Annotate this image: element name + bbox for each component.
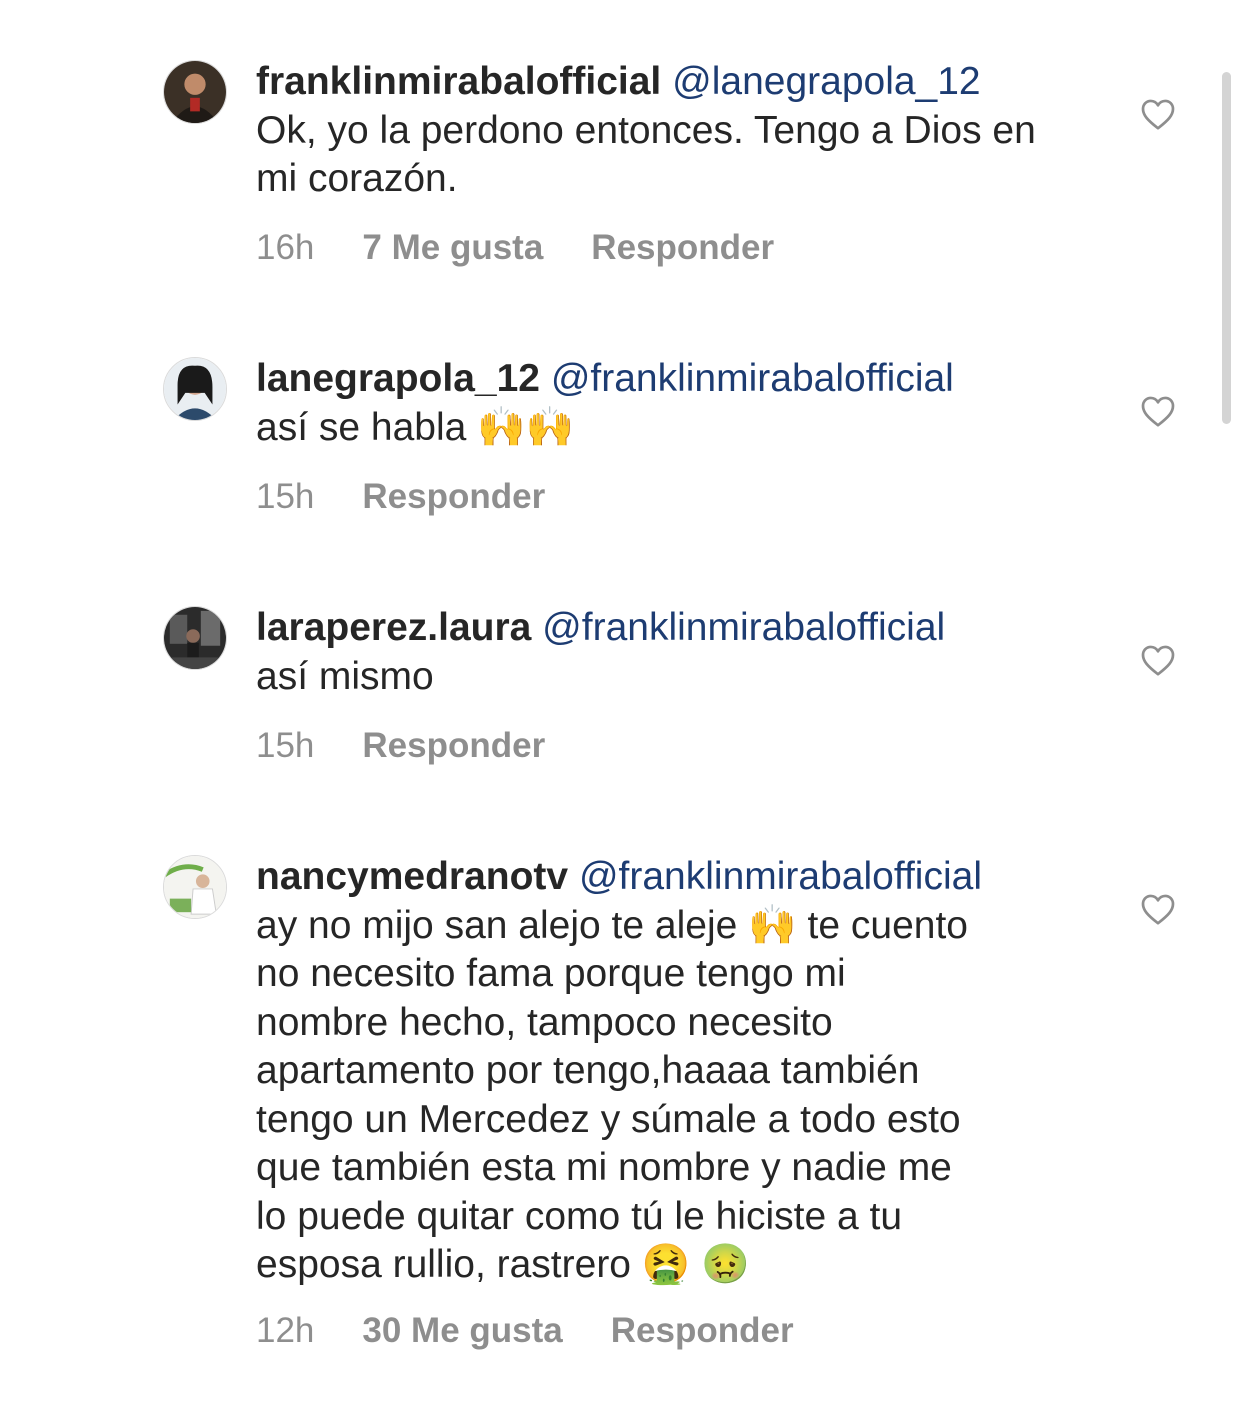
comment-text: Ok, yo la perdono entonces. Tengo a Dios… — [256, 108, 1036, 201]
comment-body: laraperez.laura @franklinmirabalofficial… — [256, 604, 1076, 701]
comment-text: así mismo — [256, 654, 434, 698]
reply-button[interactable]: Responder — [362, 477, 545, 517]
comment-time: 12h — [256, 1311, 315, 1350]
avatar[interactable] — [163, 855, 227, 919]
reply-button[interactable]: Responder — [611, 1311, 794, 1351]
avatar[interactable] — [163, 606, 227, 670]
heart-outline-icon[interactable] — [1140, 97, 1176, 131]
comment-time: 15h — [256, 477, 315, 516]
comment-time: 15h — [256, 726, 315, 765]
comment-username[interactable]: nancymedranotv — [256, 855, 568, 898]
comment-meta: 16h 7 Me gusta Responder — [256, 228, 822, 268]
scrollbar[interactable] — [1222, 72, 1231, 424]
comment-likes[interactable]: 7 Me gusta — [362, 228, 543, 268]
reply-button[interactable]: Responder — [591, 228, 774, 268]
comment-username[interactable]: laraperez.laura — [256, 606, 531, 649]
comment-time: 16h — [256, 228, 315, 267]
comment-body: lanegrapola_12 @franklinmirabalofficial … — [256, 355, 1076, 452]
comment-meta: 15h Responder — [256, 726, 593, 766]
comment-meta: 15h Responder — [256, 477, 593, 517]
heart-outline-icon[interactable] — [1140, 643, 1176, 677]
comment-text: así se habla 🙌🙌 — [256, 405, 575, 449]
comment-text-line: apartamento por tengo,haaaa también — [256, 1049, 920, 1092]
comment-text-line: nombre hecho, tampoco necesito — [256, 1000, 833, 1044]
reply-button[interactable]: Responder — [362, 726, 545, 766]
comment-mention[interactable]: @franklinmirabalofficial — [579, 855, 982, 898]
comment-text-line: tengo un Mercedez y súmale a todo esto — [256, 1097, 961, 1141]
comment-username[interactable]: lanegrapola_12 — [256, 357, 540, 400]
comment-mention[interactable]: @franklinmirabalofficial — [542, 606, 945, 649]
comment-text-line: lo puede quitar como tú le hiciste a tu — [256, 1194, 903, 1238]
comment-username[interactable]: franklinmirabalofficial — [256, 60, 661, 103]
comment-mention[interactable]: @lanegrapola_12 — [672, 60, 981, 103]
comment-meta: 12h 30 Me gusta Responder — [256, 1311, 842, 1351]
comment-body: franklinmirabalofficial @lanegrapola_12 … — [256, 58, 1076, 204]
comment-mention[interactable]: @franklinmirabalofficial — [551, 357, 954, 400]
comment-likes[interactable]: 30 Me gusta — [362, 1311, 562, 1351]
heart-outline-icon[interactable] — [1140, 892, 1176, 926]
comment-text-line: esposa rullio, rastrero 🤮 🤢 — [256, 1243, 750, 1286]
comment-text-line: que también esta mi nombre y nadie me — [256, 1146, 952, 1189]
avatar[interactable] — [163, 357, 227, 421]
comment-body: nancymedranotv @franklinmirabalofficial … — [256, 853, 1076, 1290]
avatar[interactable] — [163, 60, 227, 124]
heart-outline-icon[interactable] — [1140, 394, 1176, 428]
comment-text-line: no necesito fama porque tengo mi — [256, 952, 846, 995]
comment-text-line: ay no mijo san alejo te aleje 🙌 te cuent… — [256, 903, 968, 947]
